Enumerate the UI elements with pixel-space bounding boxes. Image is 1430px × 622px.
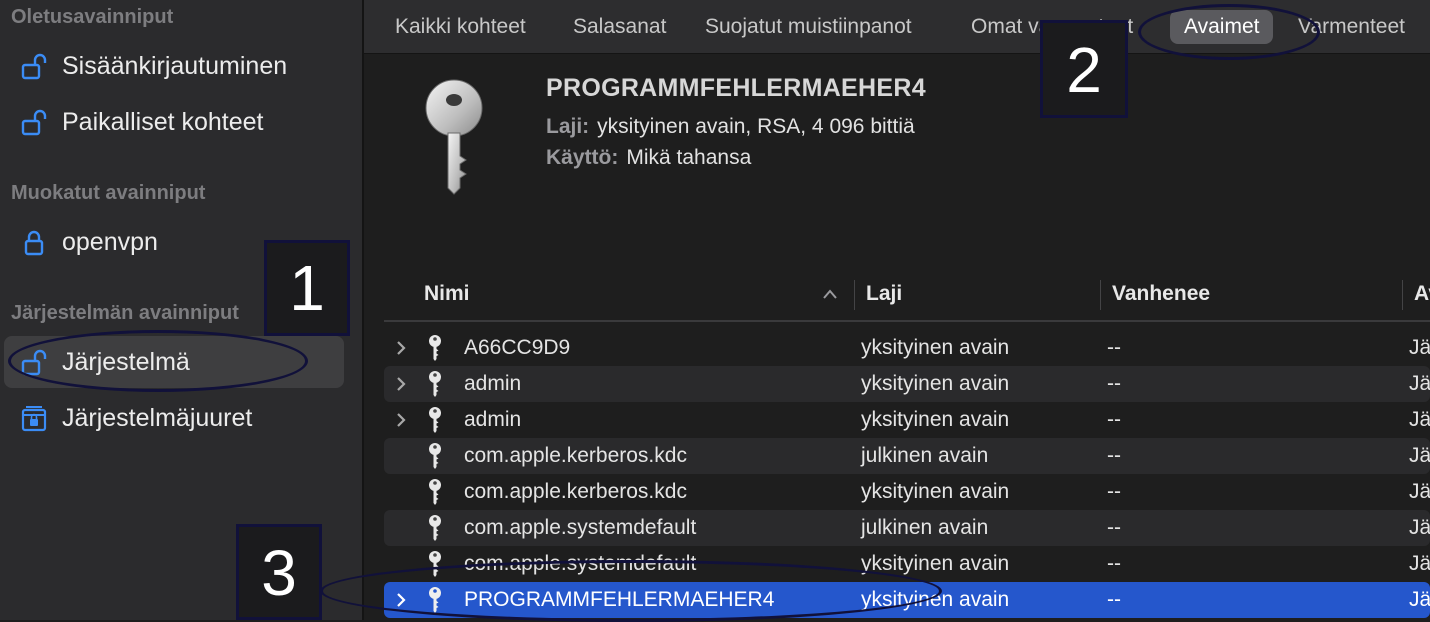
annotation-label-3: 3 — [236, 524, 322, 620]
table-row[interactable]: com.apple.kerberos.kdc julkinen avain --… — [384, 438, 1430, 474]
table-row[interactable]: admin yksityinen avain -- Jä — [384, 402, 1430, 438]
column-header-keychain[interactable]: Av — [1414, 282, 1430, 306]
section-header-default-keychains: Oletusavainniput — [11, 6, 174, 28]
unlocked-lock-icon — [21, 109, 47, 136]
sort-ascending-icon[interactable] — [822, 288, 838, 300]
table-row[interactable]: com.apple.systemdefault julkinen avain -… — [384, 510, 1430, 546]
sidebar-item-label: Järjestelmäjuuret — [62, 404, 253, 432]
row-expires: -- — [1107, 516, 1121, 539]
key-icon — [429, 335, 441, 361]
row-expires: -- — [1107, 408, 1121, 431]
detail-usage-row: Käyttö: Mikä tahansa — [546, 146, 751, 170]
section-header-system-keychains: Järjestelmän avainniput — [11, 302, 239, 324]
detail-kind-row: Laji: yksityinen avain, RSA, 4 096 bittiä — [546, 115, 915, 139]
row-expires: -- — [1107, 336, 1121, 359]
row-expires: -- — [1107, 552, 1121, 575]
table-row[interactable]: A66CC9D9 yksityinen avain -- Jä — [384, 330, 1430, 366]
detail-usage-value: Mikä tahansa — [626, 146, 752, 169]
row-kind: yksityinen avain — [861, 408, 1010, 431]
row-keychain: Jä — [1409, 480, 1430, 503]
row-expires: -- — [1107, 444, 1121, 467]
annotation-label-2: 2 — [1040, 20, 1128, 118]
column-divider[interactable] — [1402, 280, 1403, 310]
row-name: com.apple.kerberos.kdc — [464, 480, 687, 503]
detail-kind-label: Laji: — [546, 115, 590, 138]
row-keychain: Jä — [1409, 444, 1430, 467]
annotation-ellipse-system — [8, 330, 308, 392]
table-row[interactable]: com.apple.kerberos.kdc yksityinen avain … — [384, 474, 1430, 510]
detail-kind-value: yksityinen avain, RSA, 4 096 bittiä — [597, 115, 915, 138]
key-icon — [425, 79, 483, 195]
tab-all-items[interactable]: Kaikki kohteet — [381, 10, 540, 44]
row-kind: julkinen avain — [861, 516, 989, 539]
sidebar-item-system-roots[interactable]: Järjestelmäjuuret — [4, 392, 344, 444]
column-divider[interactable] — [1100, 280, 1101, 310]
row-keychain: Jä — [1409, 372, 1430, 395]
sidebar-item-local-items[interactable]: Paikalliset kohteet — [4, 96, 344, 148]
row-expires: -- — [1107, 480, 1121, 503]
table-header: Nimi Laji Vanhenee Av — [384, 270, 1430, 322]
detail-usage-label: Käyttö: — [546, 146, 619, 169]
annotation-ellipse-keys-tab — [1138, 4, 1320, 60]
tab-passwords[interactable]: Salasanat — [559, 10, 680, 44]
chevron-right-icon[interactable] — [394, 375, 408, 393]
annotation-label-1: 1 — [264, 240, 350, 336]
key-icon — [429, 515, 441, 541]
row-keychain: Jä — [1409, 408, 1430, 431]
row-expires: -- — [1107, 588, 1121, 611]
row-keychain: Jä — [1409, 552, 1430, 575]
sidebar-item-label: Sisäänkirjautuminen — [62, 52, 288, 80]
row-name: com.apple.systemdefault — [464, 516, 697, 539]
table-row[interactable]: admin yksityinen avain -- Jä — [384, 366, 1430, 402]
sidebar-item-label: openvpn — [62, 228, 158, 256]
row-keychain: Jä — [1409, 336, 1430, 359]
column-divider[interactable] — [854, 280, 855, 310]
key-icon — [429, 443, 441, 469]
chevron-right-icon[interactable] — [394, 411, 408, 429]
column-header-expires[interactable]: Vanhenee — [1112, 282, 1210, 306]
locked-lock-icon — [24, 230, 44, 256]
key-icon — [429, 479, 441, 505]
key-icon — [429, 371, 441, 397]
row-name: A66CC9D9 — [464, 336, 571, 359]
row-keychain: Jä — [1409, 516, 1430, 539]
row-kind: yksityinen avain — [861, 372, 1010, 395]
unlocked-lock-icon — [21, 53, 47, 80]
column-header-name[interactable]: Nimi — [424, 282, 470, 306]
annotation-ellipse-selected-key — [320, 560, 942, 622]
cabinet-lock-icon — [21, 406, 47, 432]
sidebar-item-label: Paikalliset kohteet — [62, 108, 264, 136]
row-keychain: Jä — [1409, 588, 1430, 611]
section-header-custom-keychains: Muokatut avainniput — [11, 182, 206, 204]
column-header-kind[interactable]: Laji — [866, 282, 902, 306]
row-name: admin — [464, 372, 522, 395]
row-name: admin — [464, 408, 522, 431]
detail-title: PROGRAMMFEHLERMAEHER4 — [546, 74, 926, 102]
row-kind: yksityinen avain — [861, 480, 1010, 503]
row-name: com.apple.kerberos.kdc — [464, 444, 687, 467]
tab-secure-notes[interactable]: Suojatut muistiinpanot — [691, 10, 926, 44]
row-expires: -- — [1107, 372, 1121, 395]
chevron-right-icon[interactable] — [394, 339, 408, 357]
row-kind: julkinen avain — [861, 444, 989, 467]
key-icon — [429, 407, 441, 433]
row-kind: yksityinen avain — [861, 336, 1010, 359]
sidebar-item-login[interactable]: Sisäänkirjautuminen — [4, 40, 344, 92]
main-panel: Kaikki kohteet Salasanat Suojatut muisti… — [364, 0, 1430, 620]
